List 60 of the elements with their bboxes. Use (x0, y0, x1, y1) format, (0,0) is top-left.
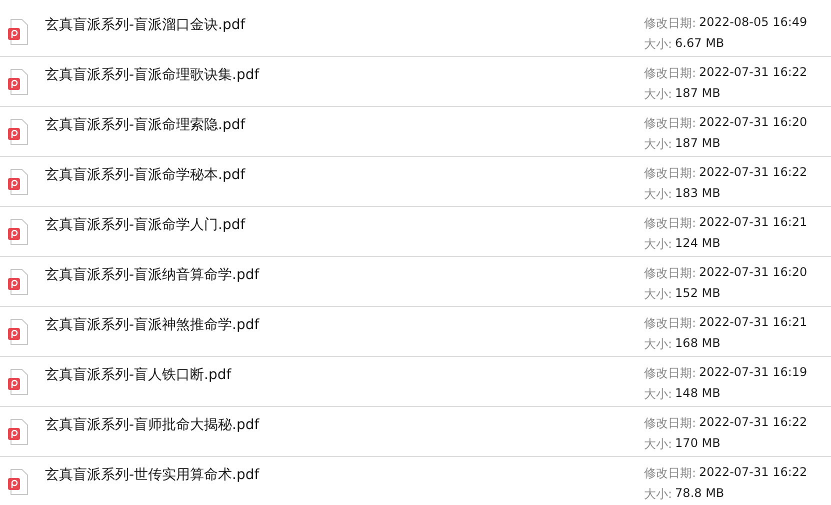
modified-label: 修改日期: (644, 465, 696, 482)
pdf-file-icon (8, 69, 28, 95)
modified-label: 修改日期: (644, 65, 696, 82)
modified-date: 2022-07-31 16:22 (699, 65, 808, 81)
pdf-file-icon (8, 469, 28, 495)
file-name[interactable]: 玄真盲派系列-盲派命理歌诀集.pdf (45, 66, 644, 84)
modified-label: 修改日期: (644, 315, 696, 332)
file-name[interactable]: 玄真盲派系列-世传实用算命术.pdf (45, 466, 644, 484)
modified-label: 修改日期: (644, 365, 696, 382)
modified-label: 修改日期: (644, 215, 696, 232)
size-label: 大小: (644, 436, 672, 453)
file-name[interactable]: 玄真盲派系列-盲派命学秘本.pdf (45, 166, 644, 184)
pdf-file-icon (8, 419, 28, 445)
file-size: 168 MB (675, 336, 720, 352)
size-label: 大小: (644, 286, 672, 303)
modified-date: 2022-07-31 16:22 (699, 415, 808, 431)
modified-date: 2022-07-31 16:19 (699, 365, 808, 381)
file-size: 152 MB (675, 286, 720, 302)
modified-date: 2022-07-31 16:21 (699, 315, 808, 331)
modified-date: 2022-07-31 16:22 (699, 465, 808, 481)
pdf-file-icon (8, 269, 28, 295)
file-name[interactable]: 玄真盲派系列-盲派溜口金诀.pdf (45, 16, 644, 34)
modified-label: 修改日期: (644, 265, 696, 282)
file-name[interactable]: 玄真盲派系列-盲派神煞推命学.pdf (45, 316, 644, 334)
file-size: 183 MB (675, 186, 720, 202)
file-size: 170 MB (675, 436, 720, 452)
size-label: 大小: (644, 136, 672, 153)
size-label: 大小: (644, 486, 672, 503)
size-label: 大小: (644, 86, 672, 103)
modified-date: 2022-07-31 16:21 (699, 215, 808, 231)
file-size: 187 MB (675, 136, 720, 152)
size-label: 大小: (644, 336, 672, 353)
size-label: 大小: (644, 386, 672, 403)
modified-date: 2022-07-31 16:20 (699, 265, 808, 281)
file-size: 187 MB (675, 86, 720, 102)
size-label: 大小: (644, 36, 672, 53)
modified-date: 2022-07-31 16:20 (699, 115, 808, 131)
modified-label: 修改日期: (644, 415, 696, 432)
file-size: 124 MB (675, 236, 720, 252)
pdf-file-icon (8, 319, 28, 345)
pdf-file-icon (8, 369, 28, 395)
file-name[interactable]: 玄真盲派系列-盲派命理索隐.pdf (45, 116, 644, 134)
modified-label: 修改日期: (644, 115, 696, 132)
modified-date: 2022-07-31 16:22 (699, 165, 808, 181)
file-name[interactable]: 玄真盲派系列-盲人铁口断.pdf (45, 366, 644, 384)
file-name[interactable]: 玄真盲派系列-盲师批命大揭秘.pdf (45, 416, 644, 434)
pdf-file-icon (8, 219, 28, 245)
file-name[interactable]: 玄真盲派系列-盲派纳音算命学.pdf (45, 266, 644, 284)
pdf-file-icon (8, 169, 28, 195)
modified-label: 修改日期: (644, 15, 696, 32)
modified-date: 2022-08-05 16:49 (699, 15, 808, 31)
pdf-file-icon (8, 119, 28, 145)
pdf-file-icon (8, 19, 28, 45)
size-label: 大小: (644, 236, 672, 253)
size-label: 大小: (644, 186, 672, 203)
file-size: 78.8 MB (675, 486, 724, 502)
file-name[interactable]: 玄真盲派系列-盲派命学人门.pdf (45, 216, 644, 234)
modified-label: 修改日期: (644, 165, 696, 182)
file-size: 6.67 MB (675, 36, 724, 52)
file-size: 148 MB (675, 386, 720, 402)
